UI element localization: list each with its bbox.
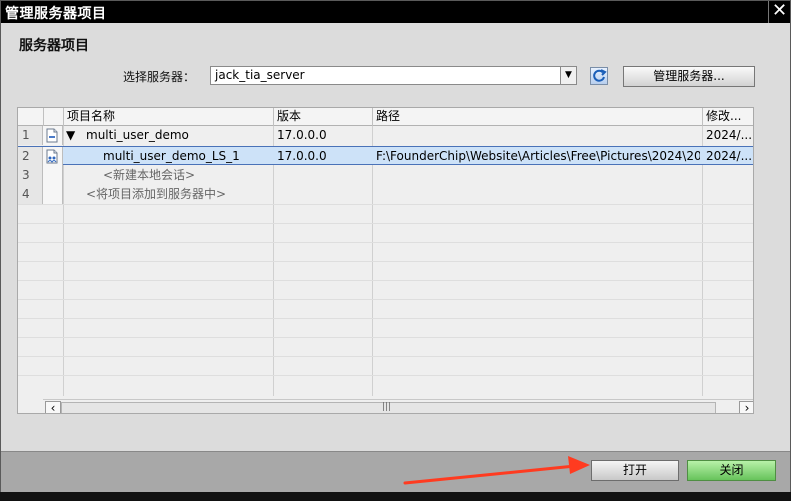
session-version: 17.0.0.0 bbox=[277, 149, 327, 163]
grid-row-line bbox=[18, 204, 753, 205]
grip-icon: ||| bbox=[382, 402, 392, 412]
project-document-icon-graphic bbox=[46, 128, 58, 143]
refresh-icon[interactable] bbox=[590, 67, 608, 85]
select-server-label: 选择服务器： bbox=[123, 70, 196, 84]
background-strip bbox=[0, 492, 791, 501]
section-title: 服务器项目 bbox=[19, 38, 89, 54]
server-projects-table[interactable]: 项目名称 版本 路径 修改... 1 ▼ multi_user_demo 17.… bbox=[17, 107, 754, 414]
close-icon[interactable]: ✕ bbox=[768, 1, 790, 23]
column-version[interactable]: 版本 bbox=[273, 108, 372, 126]
open-button[interactable]: 打开 bbox=[591, 460, 679, 481]
grid-row-line bbox=[18, 242, 753, 243]
server-dropdown-value: jack_tia_server bbox=[215, 68, 305, 82]
grid-row-line bbox=[18, 375, 753, 376]
row-number: 4 bbox=[18, 185, 43, 204]
manage-server-button[interactable]: 管理服务器... bbox=[623, 66, 755, 87]
empty-icon-cell bbox=[43, 185, 63, 204]
grid-row-line bbox=[18, 299, 753, 300]
session-name[interactable]: multi_user_demo_LS_1 bbox=[103, 147, 271, 166]
grid-row-line bbox=[18, 261, 753, 262]
session-document-icon-graphic bbox=[46, 149, 58, 164]
session-path: F:\FounderChip\Website\Articles\Free\Pic… bbox=[376, 149, 700, 163]
horizontal-scrollbar[interactable]: ‹ ||| › bbox=[43, 399, 753, 413]
add-project-placeholder[interactable]: <将项目添加到服务器中> bbox=[86, 185, 271, 204]
session-document-icon bbox=[43, 147, 63, 166]
icon-header bbox=[43, 108, 63, 126]
project-modified: 2024/... bbox=[706, 128, 751, 142]
grid-row-line bbox=[18, 318, 753, 319]
grid-row-line bbox=[18, 280, 753, 281]
refresh-icon-graphic bbox=[593, 69, 607, 82]
table-row-add-project[interactable]: 4 <将项目添加到服务器中> bbox=[18, 185, 753, 204]
close-button[interactable]: 关闭 bbox=[687, 460, 776, 481]
column-path[interactable]: 路径 bbox=[372, 108, 702, 126]
row-number: 3 bbox=[18, 166, 43, 185]
column-project-name[interactable]: 项目名称 bbox=[63, 108, 273, 126]
grid-row-line bbox=[18, 223, 753, 224]
new-local-session-placeholder[interactable]: <新建本地会话> bbox=[103, 166, 271, 185]
project-document-icon bbox=[43, 126, 63, 145]
grid-row-line bbox=[18, 337, 753, 338]
dialog-title: 管理服务器项目 bbox=[5, 6, 107, 22]
server-dropdown[interactable]: jack_tia_server ▼ bbox=[210, 66, 577, 85]
grid-row-line bbox=[18, 356, 753, 357]
row-number-header bbox=[18, 108, 43, 126]
table-header: 项目名称 版本 路径 修改... bbox=[18, 108, 753, 126]
project-version: 17.0.0.0 bbox=[277, 128, 327, 142]
column-modified[interactable]: 修改... bbox=[702, 108, 753, 126]
dialog-footer: 打开 关闭 bbox=[1, 451, 790, 492]
scrollbar-thumb[interactable]: ||| bbox=[61, 402, 716, 413]
dialog-titlebar: 管理服务器项目 ✕ bbox=[1, 1, 790, 23]
row-number: 2 bbox=[18, 147, 43, 166]
row-number: 1 bbox=[18, 126, 43, 145]
table-row-new-local-session[interactable]: 3 <新建本地会话> bbox=[18, 166, 753, 185]
project-name[interactable]: multi_user_demo bbox=[86, 126, 271, 145]
project-path bbox=[376, 126, 696, 145]
chevron-down-icon[interactable]: ▼ bbox=[560, 67, 576, 84]
dialog-body: 服务器项目 选择服务器： jack_tia_server ▼ 管理服务器... … bbox=[1, 23, 790, 451]
table-row-project[interactable]: 1 ▼ multi_user_demo 17.0.0.0 2024/... bbox=[18, 126, 753, 145]
triangle-down-icon[interactable]: ▼ bbox=[66, 126, 78, 145]
manage-server-projects-dialog: 管理服务器项目 ✕ 服务器项目 选择服务器： jack_tia_server ▼… bbox=[0, 0, 791, 492]
empty-icon-cell bbox=[43, 166, 63, 185]
session-modified: 2024/... bbox=[706, 149, 751, 163]
scroll-left-icon[interactable]: ‹ bbox=[45, 401, 61, 413]
table-row-local-session[interactable]: 2 multi_user_demo_LS_1 17.0.0.0 F:\Found… bbox=[18, 146, 753, 166]
scroll-right-icon[interactable]: › bbox=[739, 401, 753, 413]
